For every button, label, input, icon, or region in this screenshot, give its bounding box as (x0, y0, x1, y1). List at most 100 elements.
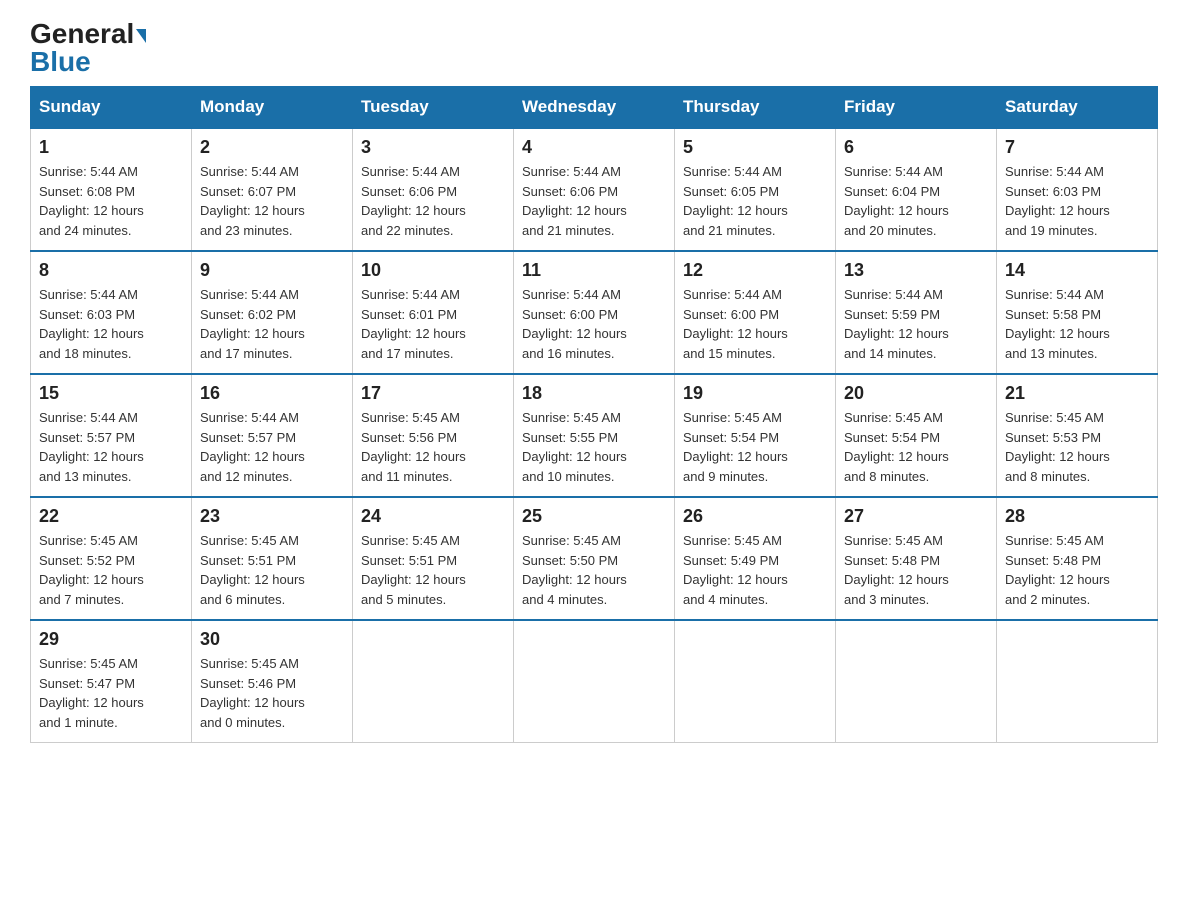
day-info: Sunrise: 5:44 AMSunset: 6:02 PMDaylight:… (200, 287, 305, 361)
calendar-cell: 27 Sunrise: 5:45 AMSunset: 5:48 PMDaylig… (836, 497, 997, 620)
calendar-cell: 22 Sunrise: 5:45 AMSunset: 5:52 PMDaylig… (31, 497, 192, 620)
day-info: Sunrise: 5:45 AMSunset: 5:46 PMDaylight:… (200, 656, 305, 730)
logo-blue: Blue (30, 46, 91, 77)
calendar-cell: 17 Sunrise: 5:45 AMSunset: 5:56 PMDaylig… (353, 374, 514, 497)
day-info: Sunrise: 5:44 AMSunset: 6:08 PMDaylight:… (39, 164, 144, 238)
day-info: Sunrise: 5:44 AMSunset: 6:01 PMDaylight:… (361, 287, 466, 361)
calendar-cell (353, 620, 514, 743)
logo-text: GeneralBlue (30, 20, 146, 76)
logo: GeneralBlue (30, 20, 146, 76)
calendar-cell: 25 Sunrise: 5:45 AMSunset: 5:50 PMDaylig… (514, 497, 675, 620)
day-number: 10 (361, 260, 505, 281)
day-info: Sunrise: 5:44 AMSunset: 6:04 PMDaylight:… (844, 164, 949, 238)
day-number: 18 (522, 383, 666, 404)
calendar-table: SundayMondayTuesdayWednesdayThursdayFrid… (30, 86, 1158, 743)
day-info: Sunrise: 5:44 AMSunset: 6:00 PMDaylight:… (522, 287, 627, 361)
day-info: Sunrise: 5:45 AMSunset: 5:51 PMDaylight:… (361, 533, 466, 607)
day-number: 25 (522, 506, 666, 527)
calendar-cell: 9 Sunrise: 5:44 AMSunset: 6:02 PMDayligh… (192, 251, 353, 374)
weekday-header-monday: Monday (192, 87, 353, 129)
page-header: GeneralBlue (30, 20, 1158, 76)
day-number: 15 (39, 383, 183, 404)
day-number: 16 (200, 383, 344, 404)
day-info: Sunrise: 5:44 AMSunset: 6:00 PMDaylight:… (683, 287, 788, 361)
day-info: Sunrise: 5:45 AMSunset: 5:49 PMDaylight:… (683, 533, 788, 607)
day-info: Sunrise: 5:45 AMSunset: 5:48 PMDaylight:… (844, 533, 949, 607)
day-number: 27 (844, 506, 988, 527)
day-number: 6 (844, 137, 988, 158)
weekday-header-thursday: Thursday (675, 87, 836, 129)
day-info: Sunrise: 5:45 AMSunset: 5:48 PMDaylight:… (1005, 533, 1110, 607)
day-info: Sunrise: 5:45 AMSunset: 5:56 PMDaylight:… (361, 410, 466, 484)
calendar-cell: 4 Sunrise: 5:44 AMSunset: 6:06 PMDayligh… (514, 128, 675, 251)
day-info: Sunrise: 5:44 AMSunset: 5:57 PMDaylight:… (39, 410, 144, 484)
day-number: 26 (683, 506, 827, 527)
day-number: 7 (1005, 137, 1149, 158)
calendar-cell: 19 Sunrise: 5:45 AMSunset: 5:54 PMDaylig… (675, 374, 836, 497)
day-number: 17 (361, 383, 505, 404)
calendar-cell: 15 Sunrise: 5:44 AMSunset: 5:57 PMDaylig… (31, 374, 192, 497)
calendar-cell: 5 Sunrise: 5:44 AMSunset: 6:05 PMDayligh… (675, 128, 836, 251)
day-number: 13 (844, 260, 988, 281)
day-info: Sunrise: 5:45 AMSunset: 5:51 PMDaylight:… (200, 533, 305, 607)
day-info: Sunrise: 5:45 AMSunset: 5:53 PMDaylight:… (1005, 410, 1110, 484)
calendar-cell: 1 Sunrise: 5:44 AMSunset: 6:08 PMDayligh… (31, 128, 192, 251)
day-info: Sunrise: 5:44 AMSunset: 6:03 PMDaylight:… (1005, 164, 1110, 238)
day-number: 30 (200, 629, 344, 650)
calendar-cell: 11 Sunrise: 5:44 AMSunset: 6:00 PMDaylig… (514, 251, 675, 374)
day-number: 4 (522, 137, 666, 158)
logo-triangle-icon (136, 29, 146, 43)
weekday-header-row: SundayMondayTuesdayWednesdayThursdayFrid… (31, 87, 1158, 129)
calendar-cell: 7 Sunrise: 5:44 AMSunset: 6:03 PMDayligh… (997, 128, 1158, 251)
day-info: Sunrise: 5:44 AMSunset: 5:58 PMDaylight:… (1005, 287, 1110, 361)
calendar-cell: 8 Sunrise: 5:44 AMSunset: 6:03 PMDayligh… (31, 251, 192, 374)
day-info: Sunrise: 5:44 AMSunset: 5:57 PMDaylight:… (200, 410, 305, 484)
calendar-cell: 14 Sunrise: 5:44 AMSunset: 5:58 PMDaylig… (997, 251, 1158, 374)
calendar-cell (997, 620, 1158, 743)
day-number: 20 (844, 383, 988, 404)
day-number: 29 (39, 629, 183, 650)
calendar-cell: 28 Sunrise: 5:45 AMSunset: 5:48 PMDaylig… (997, 497, 1158, 620)
calendar-cell (514, 620, 675, 743)
day-number: 21 (1005, 383, 1149, 404)
calendar-cell: 13 Sunrise: 5:44 AMSunset: 5:59 PMDaylig… (836, 251, 997, 374)
day-number: 28 (1005, 506, 1149, 527)
day-info: Sunrise: 5:45 AMSunset: 5:54 PMDaylight:… (844, 410, 949, 484)
day-info: Sunrise: 5:44 AMSunset: 6:05 PMDaylight:… (683, 164, 788, 238)
weekday-header-wednesday: Wednesday (514, 87, 675, 129)
weekday-header-saturday: Saturday (997, 87, 1158, 129)
calendar-cell: 24 Sunrise: 5:45 AMSunset: 5:51 PMDaylig… (353, 497, 514, 620)
day-number: 1 (39, 137, 183, 158)
calendar-week-row: 29 Sunrise: 5:45 AMSunset: 5:47 PMDaylig… (31, 620, 1158, 743)
day-info: Sunrise: 5:45 AMSunset: 5:50 PMDaylight:… (522, 533, 627, 607)
calendar-week-row: 15 Sunrise: 5:44 AMSunset: 5:57 PMDaylig… (31, 374, 1158, 497)
calendar-cell: 26 Sunrise: 5:45 AMSunset: 5:49 PMDaylig… (675, 497, 836, 620)
calendar-cell: 21 Sunrise: 5:45 AMSunset: 5:53 PMDaylig… (997, 374, 1158, 497)
day-info: Sunrise: 5:45 AMSunset: 5:47 PMDaylight:… (39, 656, 144, 730)
day-info: Sunrise: 5:44 AMSunset: 6:07 PMDaylight:… (200, 164, 305, 238)
calendar-week-row: 1 Sunrise: 5:44 AMSunset: 6:08 PMDayligh… (31, 128, 1158, 251)
day-info: Sunrise: 5:44 AMSunset: 5:59 PMDaylight:… (844, 287, 949, 361)
day-info: Sunrise: 5:44 AMSunset: 6:03 PMDaylight:… (39, 287, 144, 361)
weekday-header-friday: Friday (836, 87, 997, 129)
calendar-cell (836, 620, 997, 743)
calendar-cell: 2 Sunrise: 5:44 AMSunset: 6:07 PMDayligh… (192, 128, 353, 251)
day-number: 11 (522, 260, 666, 281)
day-number: 24 (361, 506, 505, 527)
day-number: 14 (1005, 260, 1149, 281)
day-info: Sunrise: 5:45 AMSunset: 5:54 PMDaylight:… (683, 410, 788, 484)
day-info: Sunrise: 5:44 AMSunset: 6:06 PMDaylight:… (361, 164, 466, 238)
calendar-cell: 16 Sunrise: 5:44 AMSunset: 5:57 PMDaylig… (192, 374, 353, 497)
calendar-week-row: 8 Sunrise: 5:44 AMSunset: 6:03 PMDayligh… (31, 251, 1158, 374)
calendar-cell: 12 Sunrise: 5:44 AMSunset: 6:00 PMDaylig… (675, 251, 836, 374)
day-number: 3 (361, 137, 505, 158)
day-number: 5 (683, 137, 827, 158)
calendar-cell: 10 Sunrise: 5:44 AMSunset: 6:01 PMDaylig… (353, 251, 514, 374)
calendar-cell: 23 Sunrise: 5:45 AMSunset: 5:51 PMDaylig… (192, 497, 353, 620)
weekday-header-tuesday: Tuesday (353, 87, 514, 129)
calendar-week-row: 22 Sunrise: 5:45 AMSunset: 5:52 PMDaylig… (31, 497, 1158, 620)
calendar-cell: 30 Sunrise: 5:45 AMSunset: 5:46 PMDaylig… (192, 620, 353, 743)
day-number: 22 (39, 506, 183, 527)
calendar-cell: 20 Sunrise: 5:45 AMSunset: 5:54 PMDaylig… (836, 374, 997, 497)
day-number: 9 (200, 260, 344, 281)
